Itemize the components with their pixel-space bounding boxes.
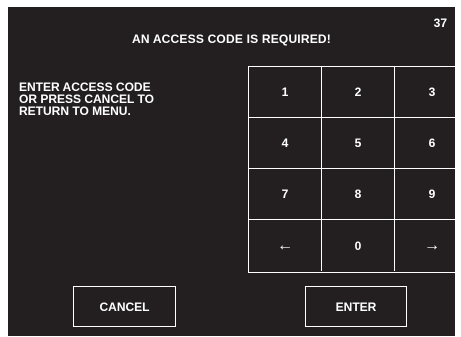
keypad: 1 2 3 4 5 6 7 8 9 ← 0 →	[248, 66, 461, 273]
key-7[interactable]: 7	[249, 169, 322, 220]
screen-number: 37	[433, 16, 447, 30]
key-3[interactable]: 3	[395, 67, 461, 118]
access-code-screen: 37 AN ACCESS CODE IS REQUIRED! ENTER ACC…	[8, 7, 461, 336]
key-5[interactable]: 5	[322, 118, 395, 169]
enter-button[interactable]: ENTER	[305, 286, 407, 327]
instructions-text: ENTER ACCESS CODE OR PRESS CANCEL TO RET…	[19, 80, 154, 118]
key-4[interactable]: 4	[249, 118, 322, 169]
key-0[interactable]: 0	[322, 220, 395, 271]
key-9[interactable]: 9	[395, 169, 461, 220]
cancel-button[interactable]: CANCEL	[73, 286, 176, 327]
key-6[interactable]: 6	[395, 118, 461, 169]
key-1[interactable]: 1	[249, 67, 322, 118]
page-title: AN ACCESS CODE IS REQUIRED!	[132, 32, 331, 46]
key-right-arrow[interactable]: →	[395, 220, 461, 271]
key-8[interactable]: 8	[322, 169, 395, 220]
key-backspace-left-arrow[interactable]: ←	[249, 220, 322, 271]
key-2[interactable]: 2	[322, 67, 395, 118]
